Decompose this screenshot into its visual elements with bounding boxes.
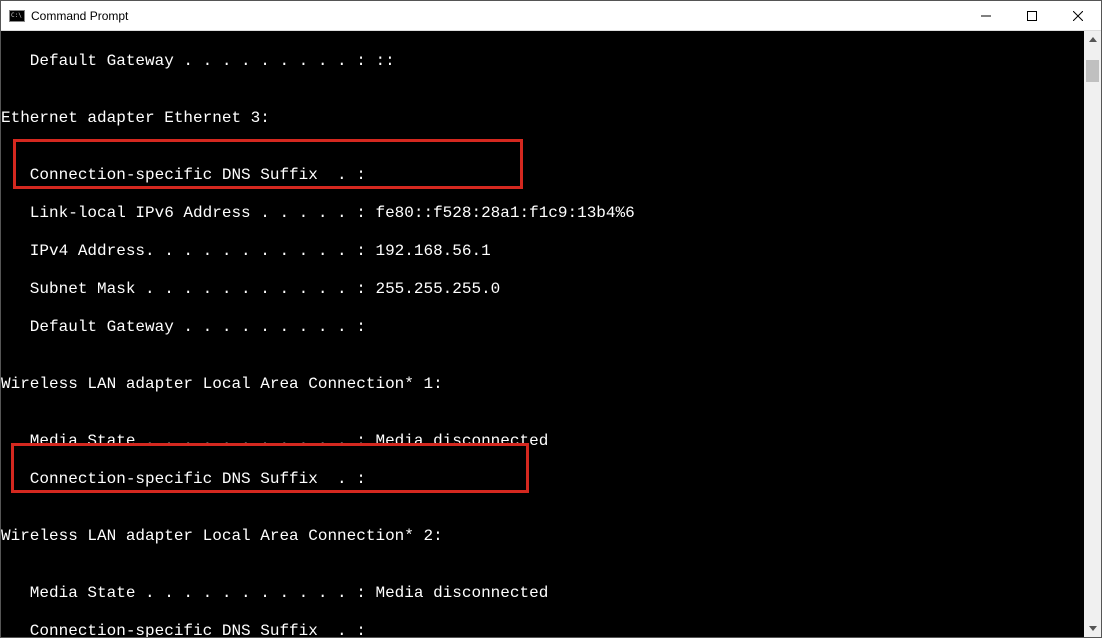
vertical-scrollbar[interactable] (1084, 31, 1101, 637)
output-line: Media State . . . . . . . . . . . : Medi… (1, 584, 1084, 603)
output-line: Media State . . . . . . . . . . . : Medi… (1, 432, 1084, 451)
output-line: Subnet Mask . . . . . . . . . . . : 255.… (1, 280, 1084, 299)
minimize-icon (981, 11, 991, 21)
output-line: Connection-specific DNS Suffix . : (1, 622, 1084, 637)
window-title: Command Prompt (31, 9, 963, 23)
scrollbar-down-button[interactable] (1084, 620, 1101, 637)
output-line: Link-local IPv6 Address . . . . . : fe80… (1, 204, 1084, 223)
output-line: Default Gateway . . . . . . . . . : (1, 318, 1084, 337)
maximize-icon (1027, 11, 1037, 21)
scrollbar-thumb[interactable] (1086, 60, 1099, 82)
chevron-up-icon (1089, 37, 1097, 42)
output-line: Ethernet adapter Ethernet 3: (1, 109, 1084, 128)
close-icon (1073, 11, 1083, 21)
scrollbar-track[interactable] (1084, 48, 1101, 620)
titlebar[interactable]: Command Prompt (1, 1, 1101, 31)
minimize-button[interactable] (963, 1, 1009, 31)
chevron-down-icon (1089, 626, 1097, 631)
output-line: Wireless LAN adapter Local Area Connecti… (1, 527, 1084, 546)
output-line: Wireless LAN adapter Local Area Connecti… (1, 375, 1084, 394)
output-line: Connection-specific DNS Suffix . : (1, 166, 1084, 185)
command-prompt-window: Command Prompt Default Gateway . . . . .… (0, 0, 1102, 638)
output-line: Default Gateway . . . . . . . . . : :: (1, 52, 1084, 71)
terminal-output[interactable]: Default Gateway . . . . . . . . . : :: E… (1, 31, 1084, 637)
close-button[interactable] (1055, 1, 1101, 31)
maximize-button[interactable] (1009, 1, 1055, 31)
output-line: IPv4 Address. . . . . . . . . . . : 192.… (1, 242, 1084, 261)
cmd-icon (9, 10, 25, 22)
window-body: Default Gateway . . . . . . . . . : :: E… (1, 31, 1101, 637)
output-line: Connection-specific DNS Suffix . : (1, 470, 1084, 489)
scrollbar-up-button[interactable] (1084, 31, 1101, 48)
